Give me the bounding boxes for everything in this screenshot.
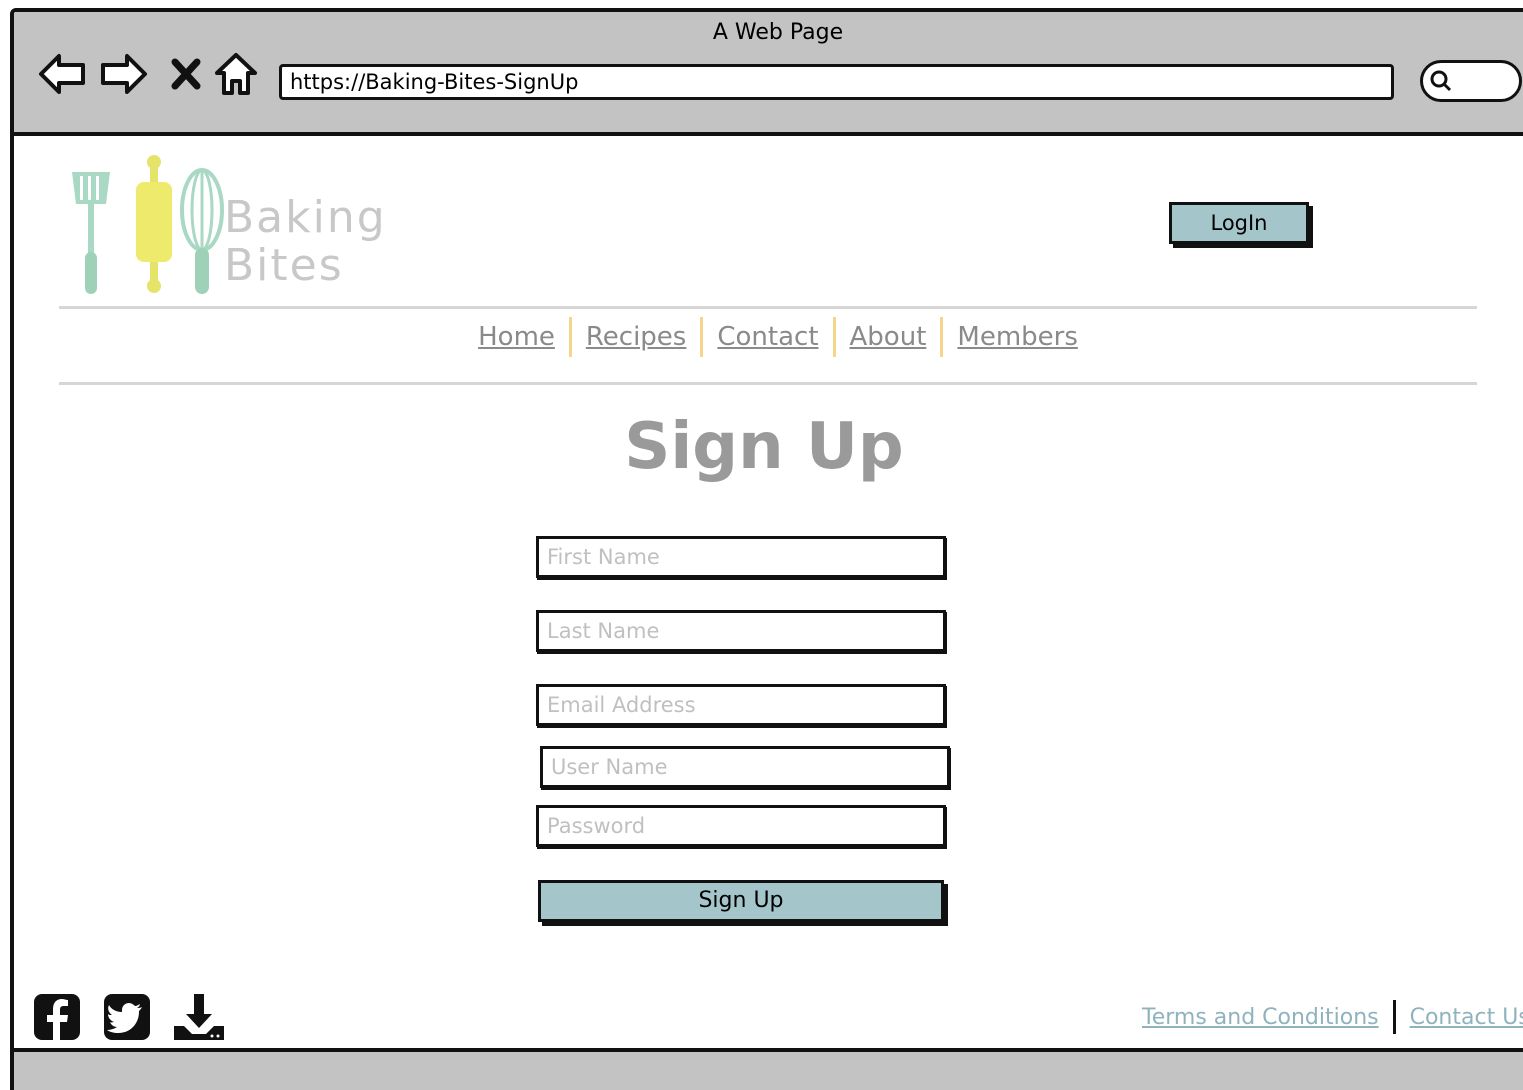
home-button[interactable] [210, 50, 262, 98]
twitter-icon[interactable] [102, 992, 152, 1044]
last-name-input[interactable] [547, 613, 943, 649]
nav-divider [59, 382, 1477, 385]
password-input[interactable] [547, 808, 943, 844]
nav-item-home[interactable]: Home [464, 322, 569, 352]
kitchen-utensils-icon [72, 155, 224, 294]
username-field[interactable] [540, 746, 950, 788]
email-field[interactable] [536, 684, 946, 726]
browser-window: A Web Page https://Baking-Bites-SignUp B… [10, 8, 1523, 1090]
back-arrow-icon [39, 54, 85, 94]
footer-links: Terms and Conditions Contact Us [1142, 1000, 1523, 1034]
browser-search[interactable] [1420, 60, 1522, 102]
contact-us-link[interactable]: Contact Us [1410, 1005, 1523, 1030]
first-name-input[interactable] [547, 539, 943, 575]
sign-up-button[interactable]: Sign Up [538, 880, 944, 922]
browser-status-bar [14, 1048, 1523, 1090]
home-icon [215, 53, 257, 95]
nav-item-recipes[interactable]: Recipes [572, 322, 700, 352]
facebook-icon[interactable] [32, 992, 82, 1044]
address-bar[interactable]: https://Baking-Bites-SignUp [279, 64, 1394, 100]
forward-button[interactable] [98, 50, 150, 98]
stop-button[interactable] [160, 50, 212, 98]
last-name-field[interactable] [536, 610, 946, 652]
nav-item-members[interactable]: Members [943, 322, 1092, 352]
window-title: A Web Page [712, 20, 844, 45]
close-icon [171, 58, 201, 90]
terms-link[interactable]: Terms and Conditions [1142, 1005, 1379, 1030]
login-button[interactable]: LogIn [1169, 202, 1309, 244]
page-title: Sign Up [624, 410, 904, 484]
nav-item-contact[interactable]: Contact [703, 322, 832, 352]
email-input[interactable] [547, 687, 943, 723]
back-button[interactable] [36, 50, 88, 98]
username-input[interactable] [551, 749, 947, 785]
logo-text-line2: Bites [224, 240, 344, 291]
browser-toolbar: A Web Page https://Baking-Bites-SignUp [14, 12, 1523, 136]
logo-text-line1: Baking [224, 192, 387, 243]
forward-arrow-icon [101, 54, 147, 94]
main-nav: Home Recipes Contact About Members [14, 317, 1523, 357]
first-name-field[interactable] [536, 536, 946, 578]
password-field[interactable] [536, 805, 946, 847]
nav-item-about[interactable]: About [836, 322, 941, 352]
header-divider [59, 306, 1477, 309]
site-logo[interactable]: Baking Bites [66, 152, 406, 297]
download-icon[interactable] [172, 992, 224, 1044]
search-icon [1430, 70, 1452, 92]
footer-separator [1392, 1000, 1396, 1034]
